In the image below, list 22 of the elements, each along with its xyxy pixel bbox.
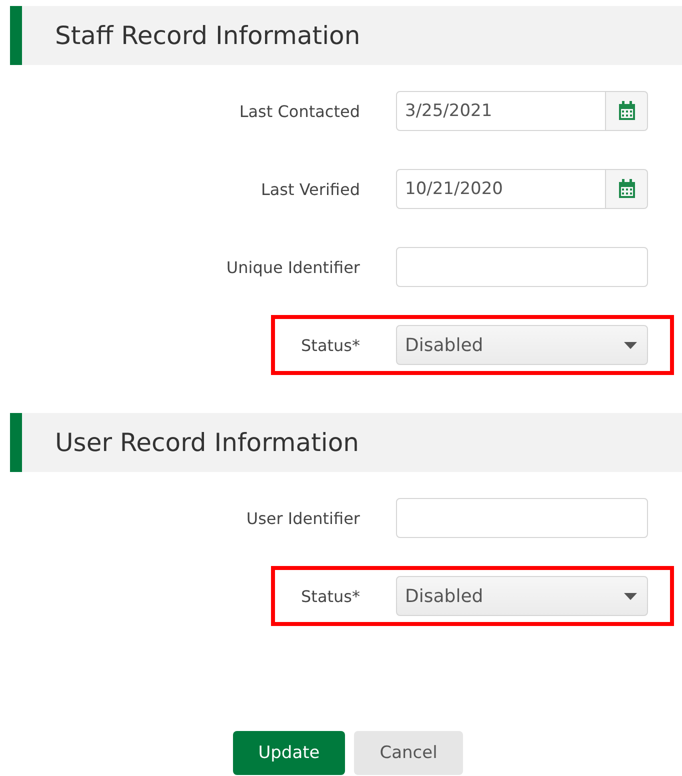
status-dropdown[interactable]: Disabled [396, 576, 648, 616]
section-title: Staff Record Information [55, 21, 360, 50]
field-label: Status* [300, 336, 360, 354]
field-label: Last Verified [260, 180, 360, 198]
field-label: Unique Identifier [225, 258, 360, 276]
date-field[interactable]: 3/25/2021 [396, 91, 606, 131]
calendar-button[interactable] [606, 169, 648, 209]
cancel-button[interactable]: Cancel [354, 731, 463, 775]
field-label: User Identifier [245, 508, 360, 528]
caret-icon [624, 592, 637, 600]
date-field[interactable]: 10/21/2020 [396, 169, 606, 209]
field-label: Status* [300, 586, 360, 606]
calendar-icon [618, 179, 636, 199]
input-field[interactable] [396, 247, 648, 287]
input-field[interactable] [396, 498, 648, 538]
field-label: Last Contacted [238, 102, 360, 120]
update-button[interactable]: Update [233, 731, 345, 775]
status-dropdown[interactable]: Disabled [396, 325, 648, 365]
section-title: User Record Information [55, 428, 359, 457]
caret-icon [624, 342, 637, 348]
calendar-icon [618, 101, 636, 121]
calendar-button[interactable] [606, 91, 648, 131]
